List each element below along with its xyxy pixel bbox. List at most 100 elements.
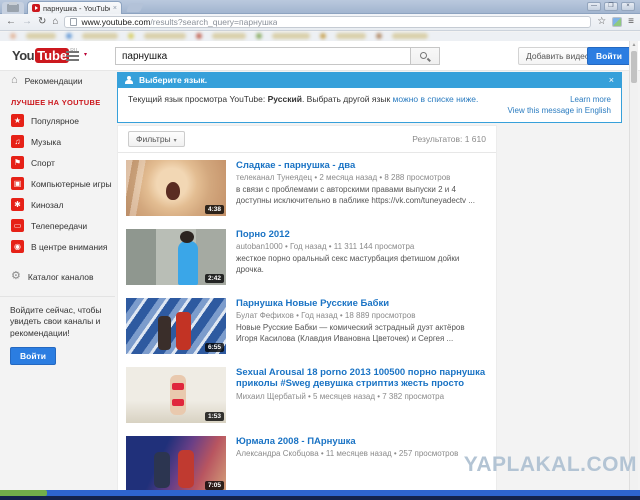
browser-menu-icon[interactable]: ≡ (628, 17, 634, 27)
search-icon (420, 52, 427, 59)
filter-row: Фильтры▾ Результатов: 1 610 (118, 126, 496, 153)
youtube-favicon (32, 4, 40, 12)
banner-header: Выберите язык. × (117, 72, 622, 88)
current-language: Русский (268, 94, 302, 104)
home-icon[interactable]: ⌂ (52, 17, 58, 27)
chevron-down-icon: ▾ (174, 138, 177, 144)
banner-close-icon[interactable]: × (609, 75, 614, 85)
video-title-link[interactable]: Сладкае - парнушка - два (236, 160, 486, 171)
video-meta: телеканал Тунеядец • 2 месяца назад • 8 … (236, 173, 486, 182)
video-result-row[interactable]: 1:53 Sexual Arousal 18 porno 2013 100500… (118, 360, 496, 429)
blurred-bookmarks (0, 32, 640, 40)
duration-badge: 1:53 (205, 412, 224, 421)
video-thumbnail[interactable]: 7:05 (126, 436, 226, 490)
reload-icon[interactable]: ↻ (38, 17, 46, 27)
best-of-youtube-heading: ЛУЧШЕЕ НА YOUTUBE (0, 90, 115, 110)
video-title-link[interactable]: Парнушка Новые Русские Бабки (236, 298, 486, 309)
printer-icon (7, 4, 19, 12)
guide-sidebar: ⌂ Рекомендации ЛУЧШЕЕ НА YOUTUBE ★ Попул… (0, 71, 115, 373)
close-button[interactable]: × (621, 2, 635, 11)
video-result-row[interactable]: 2:42 Порно 2012 autoban1000 • Год назад … (118, 222, 496, 291)
video-result-row[interactable]: 7:05 Юрмала 2008 - ПАрнушка Александра С… (118, 429, 496, 490)
youtube-page: You Tube RU Добавить видео Войти ⌂ Реком… (0, 41, 640, 490)
sidebar-item-music[interactable]: ♫ Музыка (0, 131, 115, 152)
url-text: www.youtube.com/results?search_query=пар… (81, 17, 277, 27)
video-list: 4:38 Сладкае - парнушка - два телеканал … (118, 153, 496, 490)
minimize-button[interactable]: — (587, 2, 601, 11)
browser-toolbar: ← → ↻ ⌂ www.youtube.com/results?search_q… (0, 14, 640, 31)
video-meta: Булат Фефихов • Год назад • 18 889 просм… (236, 311, 486, 320)
person-icon (125, 76, 133, 84)
movies-icon: ✱ (11, 198, 24, 211)
video-description: в связи с проблемами с авторскими правам… (236, 185, 486, 206)
home-icon: ⌂ (11, 75, 18, 86)
signin-button[interactable]: Войти (587, 47, 631, 65)
maximize-button[interactable]: ❐ (604, 2, 618, 11)
video-title-link[interactable]: Sexual Arousal 18 porno 2013 100500 порн… (236, 367, 486, 390)
address-bar[interactable]: www.youtube.com/results?search_query=пар… (64, 16, 591, 28)
video-thumbnail[interactable]: 1:53 (126, 367, 226, 423)
bookmark-star-icon[interactable]: ☆ (597, 17, 606, 27)
learn-more-link[interactable]: Learn more (508, 94, 611, 105)
video-meta: Александра Скобцова • 11 месяцев назад •… (236, 449, 486, 458)
background-tab[interactable] (2, 2, 24, 14)
scroll-up-arrow[interactable]: ▲ (630, 41, 638, 50)
sidebar-item-popular[interactable]: ★ Популярное (0, 110, 115, 131)
duration-badge: 4:38 (205, 205, 224, 214)
video-meta: Михаил Щербатый • 5 месяцев назад • 7 38… (236, 392, 486, 401)
video-description: жесткое порно оральный секс мастурбация … (236, 254, 486, 275)
video-thumbnail[interactable]: 2:42 (126, 229, 226, 285)
tab-close-icon[interactable]: × (113, 5, 117, 12)
tab-strip: парнушка - YouTube × — ❐ × (0, 0, 640, 14)
signin-prompt: Войдите сейчас, чтобы увидеть свои канал… (10, 305, 106, 339)
video-thumbnail[interactable]: 4:38 (126, 160, 226, 216)
sidebar-item-movies[interactable]: ✱ Кинозал (0, 194, 115, 215)
back-icon[interactable]: ← (6, 17, 16, 27)
sidebar-item-sport[interactable]: ⚑ Спорт (0, 152, 115, 173)
sport-icon: ⚑ (11, 156, 24, 169)
window-controls: — ❐ × (587, 2, 635, 11)
forward-icon[interactable]: → (22, 17, 32, 27)
video-description: Новые Русские Бабки — комический эстрадн… (236, 323, 486, 344)
language-list-link[interactable]: можно в списке ниже. (393, 94, 479, 104)
extension-icon[interactable] (612, 17, 622, 27)
video-result-row[interactable]: 4:38 Сладкае - парнушка - два телеканал … (118, 153, 496, 222)
youtube-masthead: You Tube RU Добавить видео Войти (0, 41, 640, 71)
guide-menu-icon[interactable] (66, 51, 79, 61)
view-in-english-link[interactable]: View this message in English (508, 105, 611, 116)
sidebar-item-recommendations[interactable]: ⌂ Рекомендации (0, 71, 115, 90)
windows-taskbar (0, 490, 640, 500)
sidebar-item-games[interactable]: ▣ Компьютерные игры (0, 173, 115, 194)
filters-button[interactable]: Фильтры▾ (128, 131, 185, 147)
duration-badge: 2:42 (205, 274, 224, 283)
music-icon: ♫ (11, 135, 24, 148)
banner-title: Выберите язык. (139, 75, 603, 85)
video-result-row[interactable]: 6:55 Парнушка Новые Русские Бабки Булат … (118, 291, 496, 360)
taskbar-edge (0, 490, 640, 496)
video-title-link[interactable]: Юрмала 2008 - ПАрнушка (236, 436, 486, 447)
search-button[interactable] (410, 47, 440, 65)
search-form (115, 47, 440, 65)
language-banner: Выберите язык. × Текущий язык просмотра … (117, 72, 622, 123)
gear-icon: ⚙ (11, 271, 21, 282)
signin-promo: Войдите сейчас, чтобы увидеть свои канал… (0, 296, 115, 373)
sidebar-item-channel-catalog[interactable]: ⚙ Каталог каналов (0, 267, 115, 286)
duration-badge: 6:55 (205, 343, 224, 352)
games-icon: ▣ (11, 177, 24, 190)
duration-badge: 7:05 (205, 481, 224, 490)
yaplakal-watermark: YAPLAKAL.COM (464, 453, 637, 477)
browser-window: парнушка - YouTube × — ❐ × ← → ↻ ⌂ www.y… (0, 0, 640, 500)
page-scrollbar[interactable]: ▲ (629, 41, 638, 490)
active-tab[interactable]: парнушка - YouTube × (27, 1, 122, 14)
new-tab-button[interactable] (126, 3, 144, 12)
video-thumbnail[interactable]: 6:55 (126, 298, 226, 354)
sidebar-item-spotlight[interactable]: ◉ В центре внимания (0, 236, 115, 257)
scrollbar-thumb[interactable] (631, 51, 637, 83)
sidebar-item-tv[interactable]: ▭ Телепередачи (0, 215, 115, 236)
start-button-edge[interactable] (0, 490, 47, 496)
video-title-link[interactable]: Порно 2012 (236, 229, 486, 240)
search-input[interactable] (115, 47, 410, 65)
tab-title: парнушка - YouTube (43, 4, 110, 13)
upload-video-button[interactable]: Добавить видео (518, 47, 598, 65)
sidebar-signin-button[interactable]: Войти (10, 347, 56, 365)
